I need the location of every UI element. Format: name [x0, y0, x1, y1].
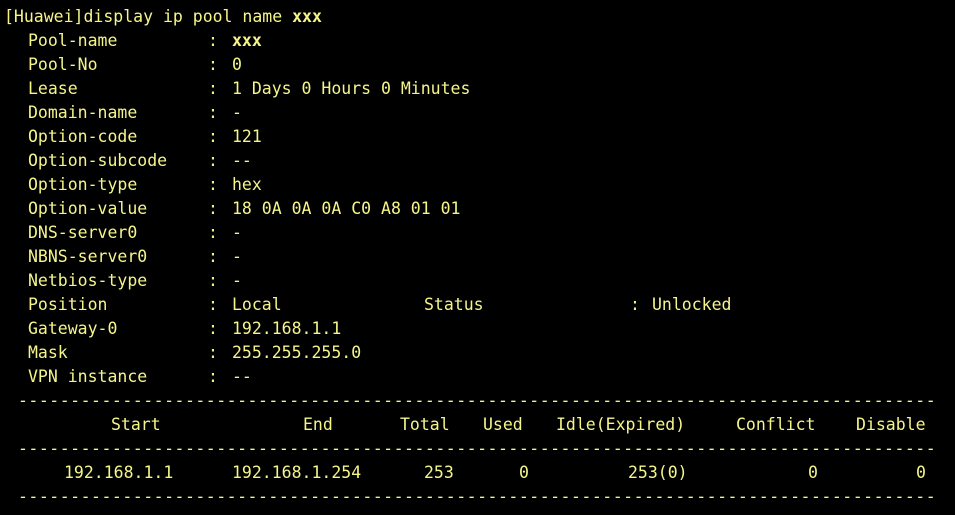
field-row: Netbios-type: - — [0, 269, 955, 293]
field-key: Netbios-type — [28, 271, 148, 290]
field-value: 1 Days 0 Hours 0 Minutes — [232, 79, 471, 98]
field-colon: : — [208, 175, 218, 194]
field-value: -- — [232, 367, 252, 386]
field-key: Gateway-0 — [28, 319, 118, 338]
field-row: NBNS-server0: - — [0, 245, 955, 269]
field-key: VPN instance — [28, 367, 148, 386]
separator-line: ----------------------------------------… — [0, 389, 955, 413]
field-row: Option-subcode: -- — [0, 149, 955, 173]
field-value: - — [232, 271, 242, 290]
cell-total: 253 — [424, 463, 454, 482]
field-value: 192.168.1.1 — [232, 319, 342, 338]
separator: ----------------------------------------… — [18, 439, 937, 458]
field-value: xxx — [232, 31, 262, 50]
cell-idle: 253(0) — [628, 463, 688, 482]
cell-conflict: 0 — [808, 463, 818, 482]
field-value: - — [232, 103, 242, 122]
command-line: [Huawei]display ip pool name xxx — [0, 5, 955, 29]
field-value: Local — [232, 295, 282, 314]
field-value: 121 — [232, 127, 262, 146]
field-colon: : — [208, 103, 218, 122]
field-value: 0 — [232, 55, 242, 74]
field-colon: : — [208, 127, 218, 146]
field-colon: : — [630, 295, 640, 314]
field-value: - — [232, 247, 242, 266]
field-colon: : — [208, 247, 218, 266]
separator-line: ----------------------------------------… — [0, 437, 955, 461]
field-colon: : — [208, 343, 218, 362]
field-colon: : — [208, 319, 218, 338]
field-row: Gateway-0:192.168.1.1 — [0, 317, 955, 341]
field-key: Position — [28, 295, 108, 314]
field-key: Pool-No — [28, 55, 98, 74]
field-value: Unlocked — [652, 295, 732, 314]
field-row: Pool-name: xxx — [0, 29, 955, 53]
field-value: 255.255.255.0 — [232, 343, 362, 362]
field-row: Lease:1 Days 0 Hours 0 Minutes — [0, 77, 955, 101]
cell-start: 192.168.1.1 — [64, 463, 174, 482]
terminal-window[interactable]: [Huawei]display ip pool name xxx Pool-na… — [0, 0, 955, 515]
header-disable: Disable — [856, 415, 926, 434]
field-colon: : — [208, 31, 218, 50]
field-colon: : — [208, 367, 218, 386]
command-text: display ip pool name — [83, 7, 293, 26]
field-row: Mask:255.255.255.0 — [0, 341, 955, 365]
field-key: Domain-name — [28, 103, 138, 122]
separator: ----------------------------------------… — [18, 391, 937, 410]
pool-fields: Pool-name: xxx Pool-No:0 Lease:1 Days 0 H… — [0, 29, 955, 389]
prompt: [Huawei] — [4, 7, 84, 26]
field-row: Option-value:18 0A 0A 0A C0 A8 01 01 — [0, 197, 955, 221]
field-key: Option-code — [28, 127, 138, 146]
field-row: Option-code:121 — [0, 125, 955, 149]
field-value: - — [232, 223, 242, 242]
table-header: Start End Total Used Idle(Expired) Confl… — [0, 413, 955, 437]
field-colon: : — [208, 199, 218, 218]
field-key: Status — [424, 295, 484, 314]
field-key: Option-subcode — [28, 151, 168, 170]
field-key: NBNS-server0 — [28, 247, 148, 266]
field-row: Option-type: hex — [0, 173, 955, 197]
field-row: Domain-name: - — [0, 101, 955, 125]
field-colon: : — [208, 223, 218, 242]
field-colon: : — [208, 79, 218, 98]
separator-line: ----------------------------------------… — [0, 485, 955, 509]
field-value: 18 0A 0A 0A C0 A8 01 01 — [232, 199, 461, 218]
cell-end: 192.168.1.254 — [232, 463, 362, 482]
field-key: Lease — [28, 79, 78, 98]
field-row: DNS-server0: - — [0, 221, 955, 245]
separator: ----------------------------------------… — [18, 487, 937, 506]
cell-used: 0 — [519, 463, 529, 482]
header-used: Used — [483, 415, 523, 434]
field-key: Option-value — [28, 199, 148, 218]
header-end: End — [303, 415, 333, 434]
header-start: Start — [111, 415, 161, 434]
table-row: 192.168.1.1 192.168.1.254 253 0 253(0) 0… — [0, 461, 955, 485]
field-row: VPN instance: -- — [0, 365, 955, 389]
field-colon: : — [208, 55, 218, 74]
cell-disable: 0 — [916, 463, 926, 482]
command-argument: xxx — [292, 7, 322, 26]
field-key: DNS-server0 — [28, 223, 138, 242]
field-colon: : — [208, 295, 218, 314]
field-value: -- — [232, 151, 252, 170]
field-row: Position: Local Status: Unlocked — [0, 293, 955, 317]
field-key: Option-type — [28, 175, 138, 194]
field-row: Pool-No:0 — [0, 53, 955, 77]
field-colon: : — [208, 151, 218, 170]
field-key: Mask — [28, 343, 68, 362]
field-key: Pool-name — [28, 31, 118, 50]
header-idle: Idle(Expired) — [556, 415, 686, 434]
field-colon: : — [208, 271, 218, 290]
header-total: Total — [400, 415, 450, 434]
header-conflict: Conflict — [736, 415, 816, 434]
field-value: hex — [232, 175, 262, 194]
